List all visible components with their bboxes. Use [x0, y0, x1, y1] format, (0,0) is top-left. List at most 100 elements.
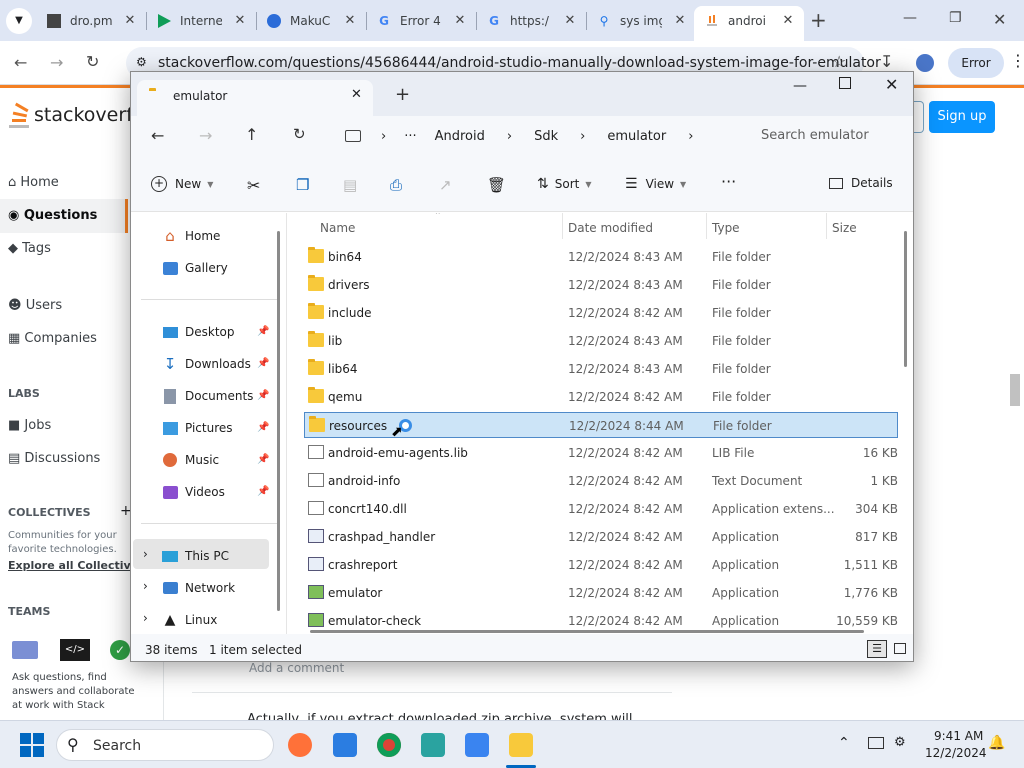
- browser-tab[interactable]: ⚲ sys img ✕: [596, 8, 688, 34]
- browser-tab-active[interactable]: androi ✕: [694, 6, 804, 41]
- sidebar-scrollbar[interactable]: [277, 231, 280, 611]
- file-row[interactable]: lib64 12/2/2024 8:43 AM File folder: [304, 357, 898, 381]
- sidebar-item-downloads[interactable]: ↧ Downloads: [161, 355, 251, 373]
- add-comment-link[interactable]: Add a comment: [249, 661, 344, 675]
- explorer-tab[interactable]: emulator ✕: [137, 80, 373, 116]
- pin-icon[interactable]: 📌: [257, 390, 269, 401]
- view-button[interactable]: ☰ View ▼: [625, 176, 686, 192]
- close-icon[interactable]: ✕: [232, 13, 248, 29]
- sort-button[interactable]: ⇅ Sort ▼: [537, 176, 592, 192]
- sidebar-item-pictures[interactable]: Pictures: [161, 420, 233, 436]
- browser-tab[interactable]: G https:/ ✕: [486, 8, 578, 34]
- pin-icon[interactable]: 📌: [257, 422, 269, 433]
- login-button-edge[interactable]: [914, 101, 924, 133]
- rename-icon[interactable]: ⎙: [390, 176, 402, 194]
- volume-icon[interactable]: ⚙: [894, 735, 906, 750]
- breadcrumb-emulator[interactable]: emulator: [607, 129, 666, 144]
- chevron-up-icon[interactable]: ⌃: [838, 735, 850, 751]
- clock-date[interactable]: 12/2/2024: [925, 746, 987, 760]
- file-row[interactable]: android-info 12/2/2024 8:42 AM Text Docume…: [304, 469, 898, 493]
- nav-home[interactable]: ⌂ Home: [8, 175, 59, 190]
- refresh-icon[interactable]: ↻: [293, 125, 306, 143]
- pin-icon[interactable]: 📌: [257, 486, 269, 497]
- notification-bell-icon[interactable]: 🔔: [988, 735, 1005, 751]
- nav-tags[interactable]: ◆ Tags: [8, 241, 51, 256]
- details-view-icon[interactable]: ☰: [867, 640, 887, 658]
- tab-search-button[interactable]: ▼: [6, 8, 32, 34]
- file-explorer-icon[interactable]: [333, 733, 357, 757]
- sidebar-item-linux[interactable]: ▲ Linux: [161, 612, 218, 628]
- column-header-type[interactable]: Type: [712, 221, 740, 235]
- new-button[interactable]: + New ▼: [151, 176, 213, 192]
- browser-tab[interactable]: MakuC ✕: [266, 8, 358, 34]
- forward-icon[interactable]: →: [199, 126, 212, 145]
- file-row[interactable]: android-emu-agents.lib 12/2/2024 8:42 AM L…: [304, 441, 898, 465]
- chevron-right-icon[interactable]: ›: [143, 547, 148, 561]
- sidebar-item-gallery[interactable]: Gallery: [161, 260, 228, 276]
- vertical-scrollbar[interactable]: [904, 231, 907, 367]
- error-badge[interactable]: Error: [948, 48, 1004, 78]
- chrome-icon[interactable]: [377, 733, 401, 757]
- clock-time[interactable]: 9:41 AM: [934, 729, 983, 743]
- copy-icon[interactable]: ❐: [296, 176, 309, 194]
- browser-tab[interactable]: Interne ✕: [156, 8, 248, 34]
- details-button[interactable]: Details: [829, 176, 893, 190]
- page-scrollbar[interactable]: [1010, 374, 1020, 406]
- column-header-name[interactable]: Name: [320, 221, 355, 235]
- delete-icon[interactable]: 🗑: [487, 176, 506, 194]
- sidebar-item-desktop[interactable]: Desktop: [161, 324, 235, 340]
- file-row[interactable]: crashreport 12/2/2024 8:42 AM Application 1…: [304, 553, 898, 577]
- close-icon[interactable]: ✕: [342, 13, 358, 29]
- breadcrumb-sdk[interactable]: Sdk: [534, 129, 558, 144]
- pin-icon[interactable]: 📌: [257, 454, 269, 465]
- close-icon[interactable]: ✕: [452, 13, 468, 29]
- file-row[interactable]: bin64 12/2/2024 8:43 AM File folder: [304, 245, 898, 269]
- close-icon[interactable]: ✕: [780, 13, 796, 29]
- menu-icon[interactable]: ⋮: [1010, 51, 1024, 70]
- file-row[interactable]: qemu 12/2/2024 8:42 AM File folder: [304, 385, 898, 409]
- taskbar-search[interactable]: ⚲ Search: [56, 729, 274, 761]
- file-row[interactable]: include 12/2/2024 8:42 AM File folder: [304, 301, 898, 325]
- breadcrumb-android[interactable]: Android: [435, 129, 485, 144]
- nav-jobs[interactable]: ■ Jobs: [8, 418, 51, 433]
- close-icon[interactable]: ✕: [562, 13, 578, 29]
- overflow-dots[interactable]: ···: [404, 129, 416, 144]
- column-header-date[interactable]: Date modified: [568, 221, 653, 235]
- file-row[interactable]: emulator 12/2/2024 8:42 AM Application 1,77…: [304, 581, 898, 605]
- firefox-icon[interactable]: [288, 733, 312, 757]
- reload-icon[interactable]: ↻: [86, 52, 99, 71]
- restore-icon[interactable]: ❐: [949, 10, 962, 26]
- search-emulator-input[interactable]: Search emulator: [749, 122, 909, 150]
- android-studio-icon[interactable]: [465, 733, 489, 757]
- sidebar-item-documents[interactable]: Documents: [161, 388, 253, 404]
- pin-icon[interactable]: 📌: [257, 326, 269, 337]
- sidebar-item-this-pc[interactable]: This PC: [161, 548, 229, 564]
- pin-icon[interactable]: 📌: [257, 358, 269, 369]
- back-icon[interactable]: ←: [151, 126, 164, 145]
- forward-icon[interactable]: →: [50, 53, 63, 72]
- back-icon[interactable]: ←: [14, 53, 27, 72]
- new-tab-icon[interactable]: +: [395, 84, 410, 105]
- so-logo[interactable]: stackoverfl: [8, 101, 138, 129]
- share-icon[interactable]: ↗: [439, 176, 452, 194]
- up-icon[interactable]: ↑: [245, 125, 258, 144]
- sidebar-item-music[interactable]: Music: [161, 452, 219, 468]
- more-options-icon[interactable]: ···: [721, 172, 736, 191]
- profile-avatar[interactable]: [916, 54, 934, 72]
- explore-collectives-link[interactable]: Explore all Collectives: [8, 559, 145, 572]
- browser-tab[interactable]: G Error 4 ✕: [376, 8, 468, 34]
- column-header-size[interactable]: Size: [832, 221, 857, 235]
- close-icon[interactable]: ✕: [122, 13, 138, 29]
- close-icon[interactable]: ✕: [672, 13, 688, 29]
- paste-icon[interactable]: ▤: [343, 176, 357, 194]
- sidebar-item-home[interactable]: ⌂ Home: [161, 227, 220, 245]
- folder-app-icon[interactable]: [509, 733, 533, 757]
- maximize-icon[interactable]: [839, 77, 851, 89]
- download-icon[interactable]: ↧: [880, 52, 893, 71]
- file-row-selected[interactable]: resources 12/2/2024 8:44 AM File folder ⬈: [304, 412, 898, 440]
- new-tab-button[interactable]: +: [810, 8, 827, 32]
- horizontal-scrollbar[interactable]: [310, 630, 864, 633]
- site-info-icon[interactable]: ⚙: [136, 55, 147, 69]
- sidebar-item-videos[interactable]: Videos: [161, 484, 225, 500]
- file-row[interactable]: drivers 12/2/2024 8:43 AM File folder: [304, 273, 898, 297]
